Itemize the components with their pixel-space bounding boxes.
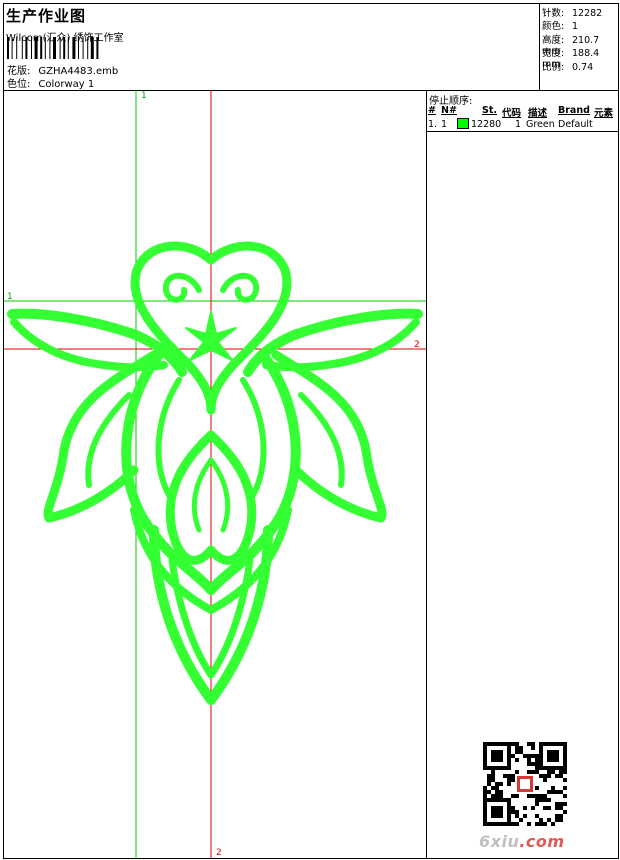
design-canvas: 1 1 2 2	[4, 90, 426, 858]
barcode-icon	[7, 37, 99, 59]
col-desc: 描述	[528, 108, 548, 119]
stop-order-panel: 停止顺序: # N# St. 代码 描述 Brand 元素 1. 1 12280…	[426, 90, 619, 858]
row-code: 1	[515, 119, 522, 130]
worksheet-header: 生产作业图 Wilcom(汇众) 绣饰工作室 花版: GZHA4483.emb 色…	[4, 4, 618, 91]
stat-colors: 颜色: 1	[542, 21, 579, 32]
stat-scale: 比例: 0.74	[542, 62, 594, 73]
green-marker-left: 1	[7, 292, 13, 302]
production-worksheet: 生产作业图 Wilcom(汇众) 绣饰工作室 花版: GZHA4483.emb 色…	[3, 3, 619, 859]
table-divider	[427, 131, 619, 132]
col-code: 代码	[502, 108, 522, 119]
col-stitches: St.	[482, 105, 497, 116]
col-n: N#	[441, 105, 457, 116]
row-stitches: 12280	[471, 119, 502, 130]
row-index: 1.	[428, 119, 438, 130]
col-brand: Brand	[558, 105, 590, 116]
qr-code-icon	[483, 742, 567, 826]
row-desc: Green	[526, 119, 555, 130]
stat-stitches: 针数: 12282	[542, 8, 603, 19]
celtic-knot-motif	[7, 241, 423, 705]
red-marker-right: 2	[414, 340, 420, 350]
document-title: 生产作业图	[6, 7, 87, 25]
stats-box: 针数: 12282 颜色: 1 高度: 210.7 mm 宽度: 188.4 mm 比例…	[539, 4, 619, 90]
col-element: 元素	[594, 108, 614, 119]
color-swatch	[457, 118, 469, 129]
colorway-line: 色位: Colorway 1	[7, 75, 94, 90]
green-marker-top: 1	[141, 91, 147, 101]
embroidery-design	[4, 90, 426, 858]
row-brand: Default	[558, 119, 593, 130]
col-index: #	[428, 105, 436, 116]
colorway-value: Colorway 1	[38, 79, 95, 90]
red-marker-bottom: 2	[216, 848, 222, 858]
site-watermark: 6xiu.com	[479, 832, 565, 851]
colorway-label: 色位:	[7, 79, 31, 90]
row-n: 1	[441, 119, 448, 130]
